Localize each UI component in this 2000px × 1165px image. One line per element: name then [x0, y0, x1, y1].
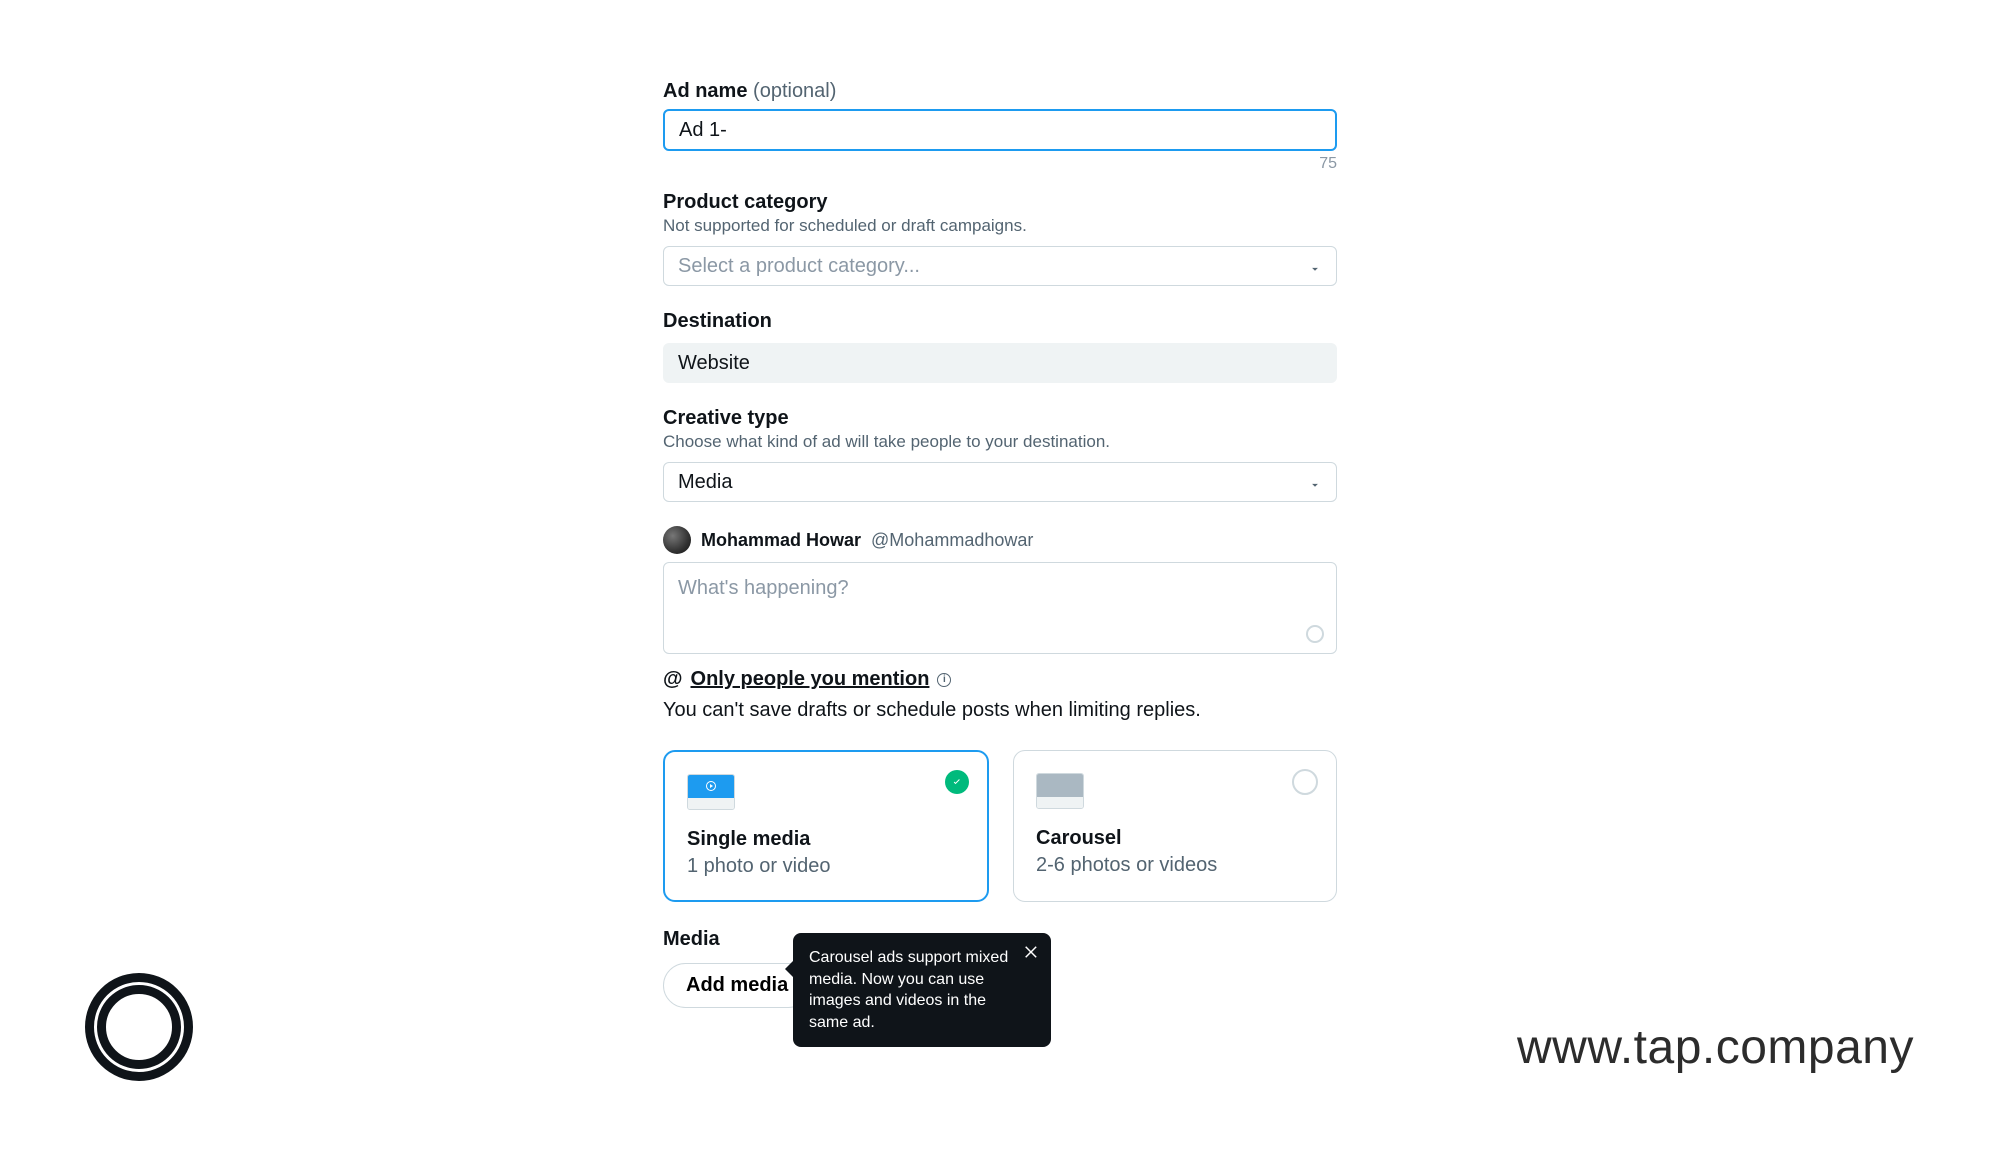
user-name: Mohammad Howar: [701, 530, 861, 551]
avatar: [663, 526, 691, 554]
media-option-carousel[interactable]: Carousel 2-6 photos or videos: [1013, 750, 1337, 902]
product-label: Product category: [663, 191, 1337, 214]
footer-url: www.tap.company: [1517, 1020, 1914, 1075]
composer-input[interactable]: What's happening?: [663, 562, 1337, 654]
char-count-icon: [1306, 625, 1324, 643]
destination-select[interactable]: Website: [663, 343, 1337, 383]
user-handle: @Mohammadhowar: [871, 530, 1033, 551]
close-icon[interactable]: [1023, 943, 1041, 961]
destination-value: Website: [678, 352, 750, 375]
card-title: Carousel: [1036, 827, 1314, 850]
mixed-media-tooltip: Carousel ads support mixed media. Now yo…: [793, 933, 1051, 1047]
product-helper: Not supported for scheduled or draft cam…: [663, 216, 1337, 236]
creative-helper: Choose what kind of ad will take people …: [663, 432, 1337, 452]
card-title: Single media: [687, 828, 965, 851]
composer-placeholder: What's happening?: [678, 577, 849, 599]
mention-icon: @: [663, 668, 683, 691]
card-desc: 1 photo or video: [687, 855, 965, 878]
carousel-media-icon: [1036, 773, 1084, 809]
reply-settings-link[interactable]: Only people you mention: [691, 668, 930, 691]
info-icon[interactable]: i: [937, 673, 951, 687]
chevron-down-icon: [1308, 259, 1322, 273]
reply-settings-note: You can't save drafts or schedule posts …: [663, 699, 1337, 722]
chevron-down-icon: [1308, 475, 1322, 489]
product-placeholder: Select a product category...: [678, 255, 920, 278]
adname-label: Ad name (optional): [663, 80, 1337, 103]
brand-logo-icon: [85, 973, 193, 1081]
product-select[interactable]: Select a product category...: [663, 246, 1337, 286]
media-option-single[interactable]: Single media 1 photo or video: [663, 750, 989, 902]
card-desc: 2-6 photos or videos: [1036, 854, 1314, 877]
creative-select[interactable]: Media: [663, 462, 1337, 502]
adname-input[interactable]: [663, 109, 1337, 151]
creative-value: Media: [678, 471, 732, 494]
destination-label: Destination: [663, 310, 1337, 333]
single-media-icon: [687, 774, 735, 810]
adname-counter: 75: [663, 155, 1337, 173]
user-row: Mohammad Howar @Mohammadhowar: [663, 526, 1337, 554]
check-icon: [945, 770, 969, 794]
radio-unchecked-icon: [1292, 769, 1318, 795]
creative-label: Creative type: [663, 407, 1337, 430]
